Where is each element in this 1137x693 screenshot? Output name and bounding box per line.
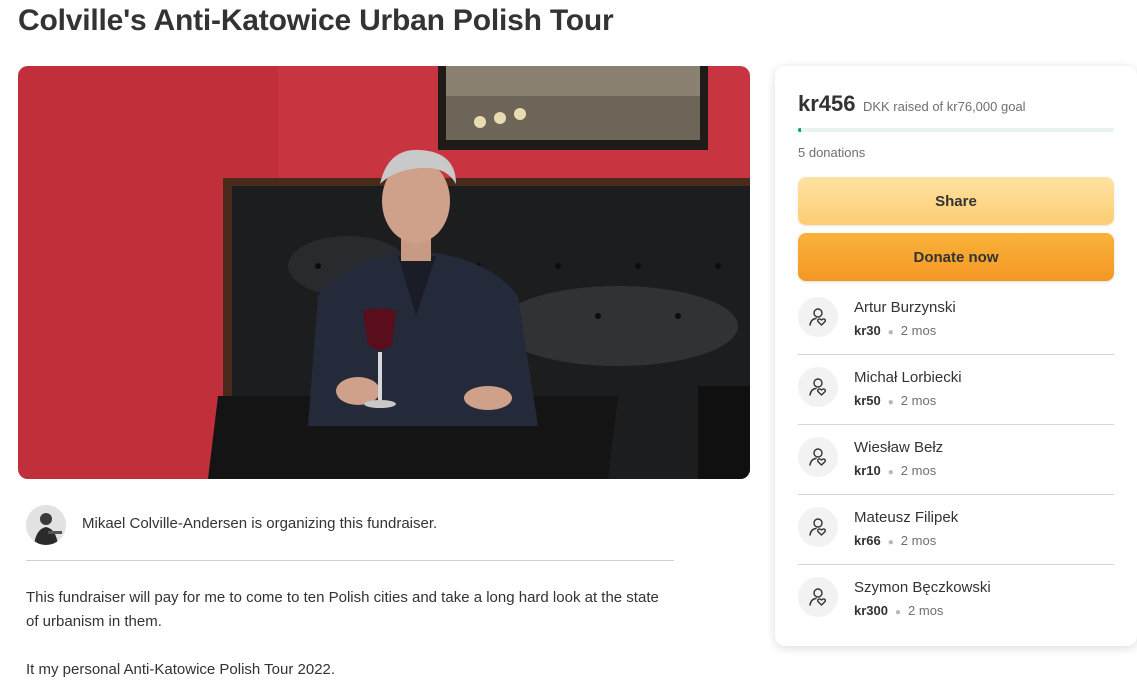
progress-fill bbox=[798, 128, 801, 132]
story-paragraph: This fundraiser will pay for me to come … bbox=[26, 589, 659, 630]
donor-time: 2 mos bbox=[900, 393, 937, 408]
organizer-avatar[interactable] bbox=[26, 505, 66, 545]
donation-sidebar: kr456 DKK raised of kr76,000 goal 5 dona… bbox=[775, 66, 1137, 646]
donor-time: 2 mos bbox=[900, 323, 937, 338]
raised-amount: kr456 bbox=[798, 91, 856, 116]
fundraiser-story: This fundraiser will pay for me to come … bbox=[26, 586, 674, 693]
hero-photo bbox=[18, 66, 750, 479]
separator-dot: ● bbox=[887, 537, 894, 548]
donor-time: 2 mos bbox=[908, 603, 944, 618]
donor-item: Mateusz Filipek kr66 ● 2 mos bbox=[798, 495, 1114, 565]
donor-amount: kr50 bbox=[854, 393, 881, 408]
progress-bar bbox=[798, 128, 1114, 132]
donor-meta: kr50 ● 2 mos bbox=[854, 393, 936, 408]
donor-list: Artur Burzynski kr30 ● 2 mos Michał Lorbie… bbox=[798, 285, 1114, 635]
donor-item: Michał Lorbiecki kr50 ● 2 mos bbox=[798, 355, 1114, 425]
donor-meta: kr300 ● 2 mos bbox=[854, 603, 943, 618]
donor-heart-icon bbox=[798, 367, 838, 407]
donor-name: Szymon Bęczkowski bbox=[854, 579, 991, 596]
donor-meta: kr30 ● 2 mos bbox=[854, 323, 936, 338]
page-title: Colville's Anti-Katowice Urban Polish To… bbox=[18, 4, 614, 37]
donor-name: Wiesław Bełz bbox=[854, 439, 944, 456]
donor-heart-icon bbox=[798, 507, 838, 547]
organizer-text: Mikael Colville-Andersen is organizing t… bbox=[82, 515, 438, 532]
raised-goal: DKK raised of kr76,000 goal bbox=[862, 99, 1026, 114]
organizer-row: Mikael Colville-Andersen is organizing t… bbox=[26, 505, 674, 561]
donor-heart-icon bbox=[798, 577, 838, 617]
donor-name: Artur Burzynski bbox=[854, 299, 956, 316]
donor-amount: kr10 bbox=[854, 463, 881, 478]
share-button[interactable]: Share bbox=[798, 177, 1114, 225]
donor-time: 2 mos bbox=[900, 463, 937, 478]
donor-time: 2 mos bbox=[900, 533, 937, 548]
separator-dot: ● bbox=[894, 607, 902, 618]
donor-name: Mateusz Filipek bbox=[854, 509, 959, 526]
separator-dot: ● bbox=[887, 327, 894, 338]
donor-meta: kr10 ● 2 mos bbox=[854, 463, 936, 478]
donor-item: Wiesław Bełz kr10 ● 2 mos bbox=[798, 425, 1114, 495]
separator-dot: ● bbox=[887, 397, 894, 408]
donor-item: Artur Burzynski kr30 ● 2 mos bbox=[798, 285, 1114, 355]
donate-now-button[interactable]: Donate now bbox=[798, 233, 1114, 281]
donor-item: Szymon Bęczkowski kr300 ● 2 mos bbox=[798, 565, 1114, 635]
raised-summary: kr456 DKK raised of kr76,000 goal bbox=[798, 91, 1026, 117]
donor-heart-icon bbox=[798, 297, 838, 337]
donor-heart-icon bbox=[798, 437, 838, 477]
donor-name: Michał Lorbiecki bbox=[854, 369, 962, 386]
donor-meta: kr66 ● 2 mos bbox=[854, 533, 936, 548]
donor-amount: kr300 bbox=[854, 603, 888, 618]
donor-amount: kr66 bbox=[854, 533, 881, 548]
separator-dot: ● bbox=[887, 467, 894, 478]
donor-amount: kr30 bbox=[854, 323, 881, 338]
story-paragraph: It my personal Anti-Katowice Polish Tour… bbox=[26, 661, 336, 678]
donations-count: 5 donations bbox=[798, 145, 866, 160]
